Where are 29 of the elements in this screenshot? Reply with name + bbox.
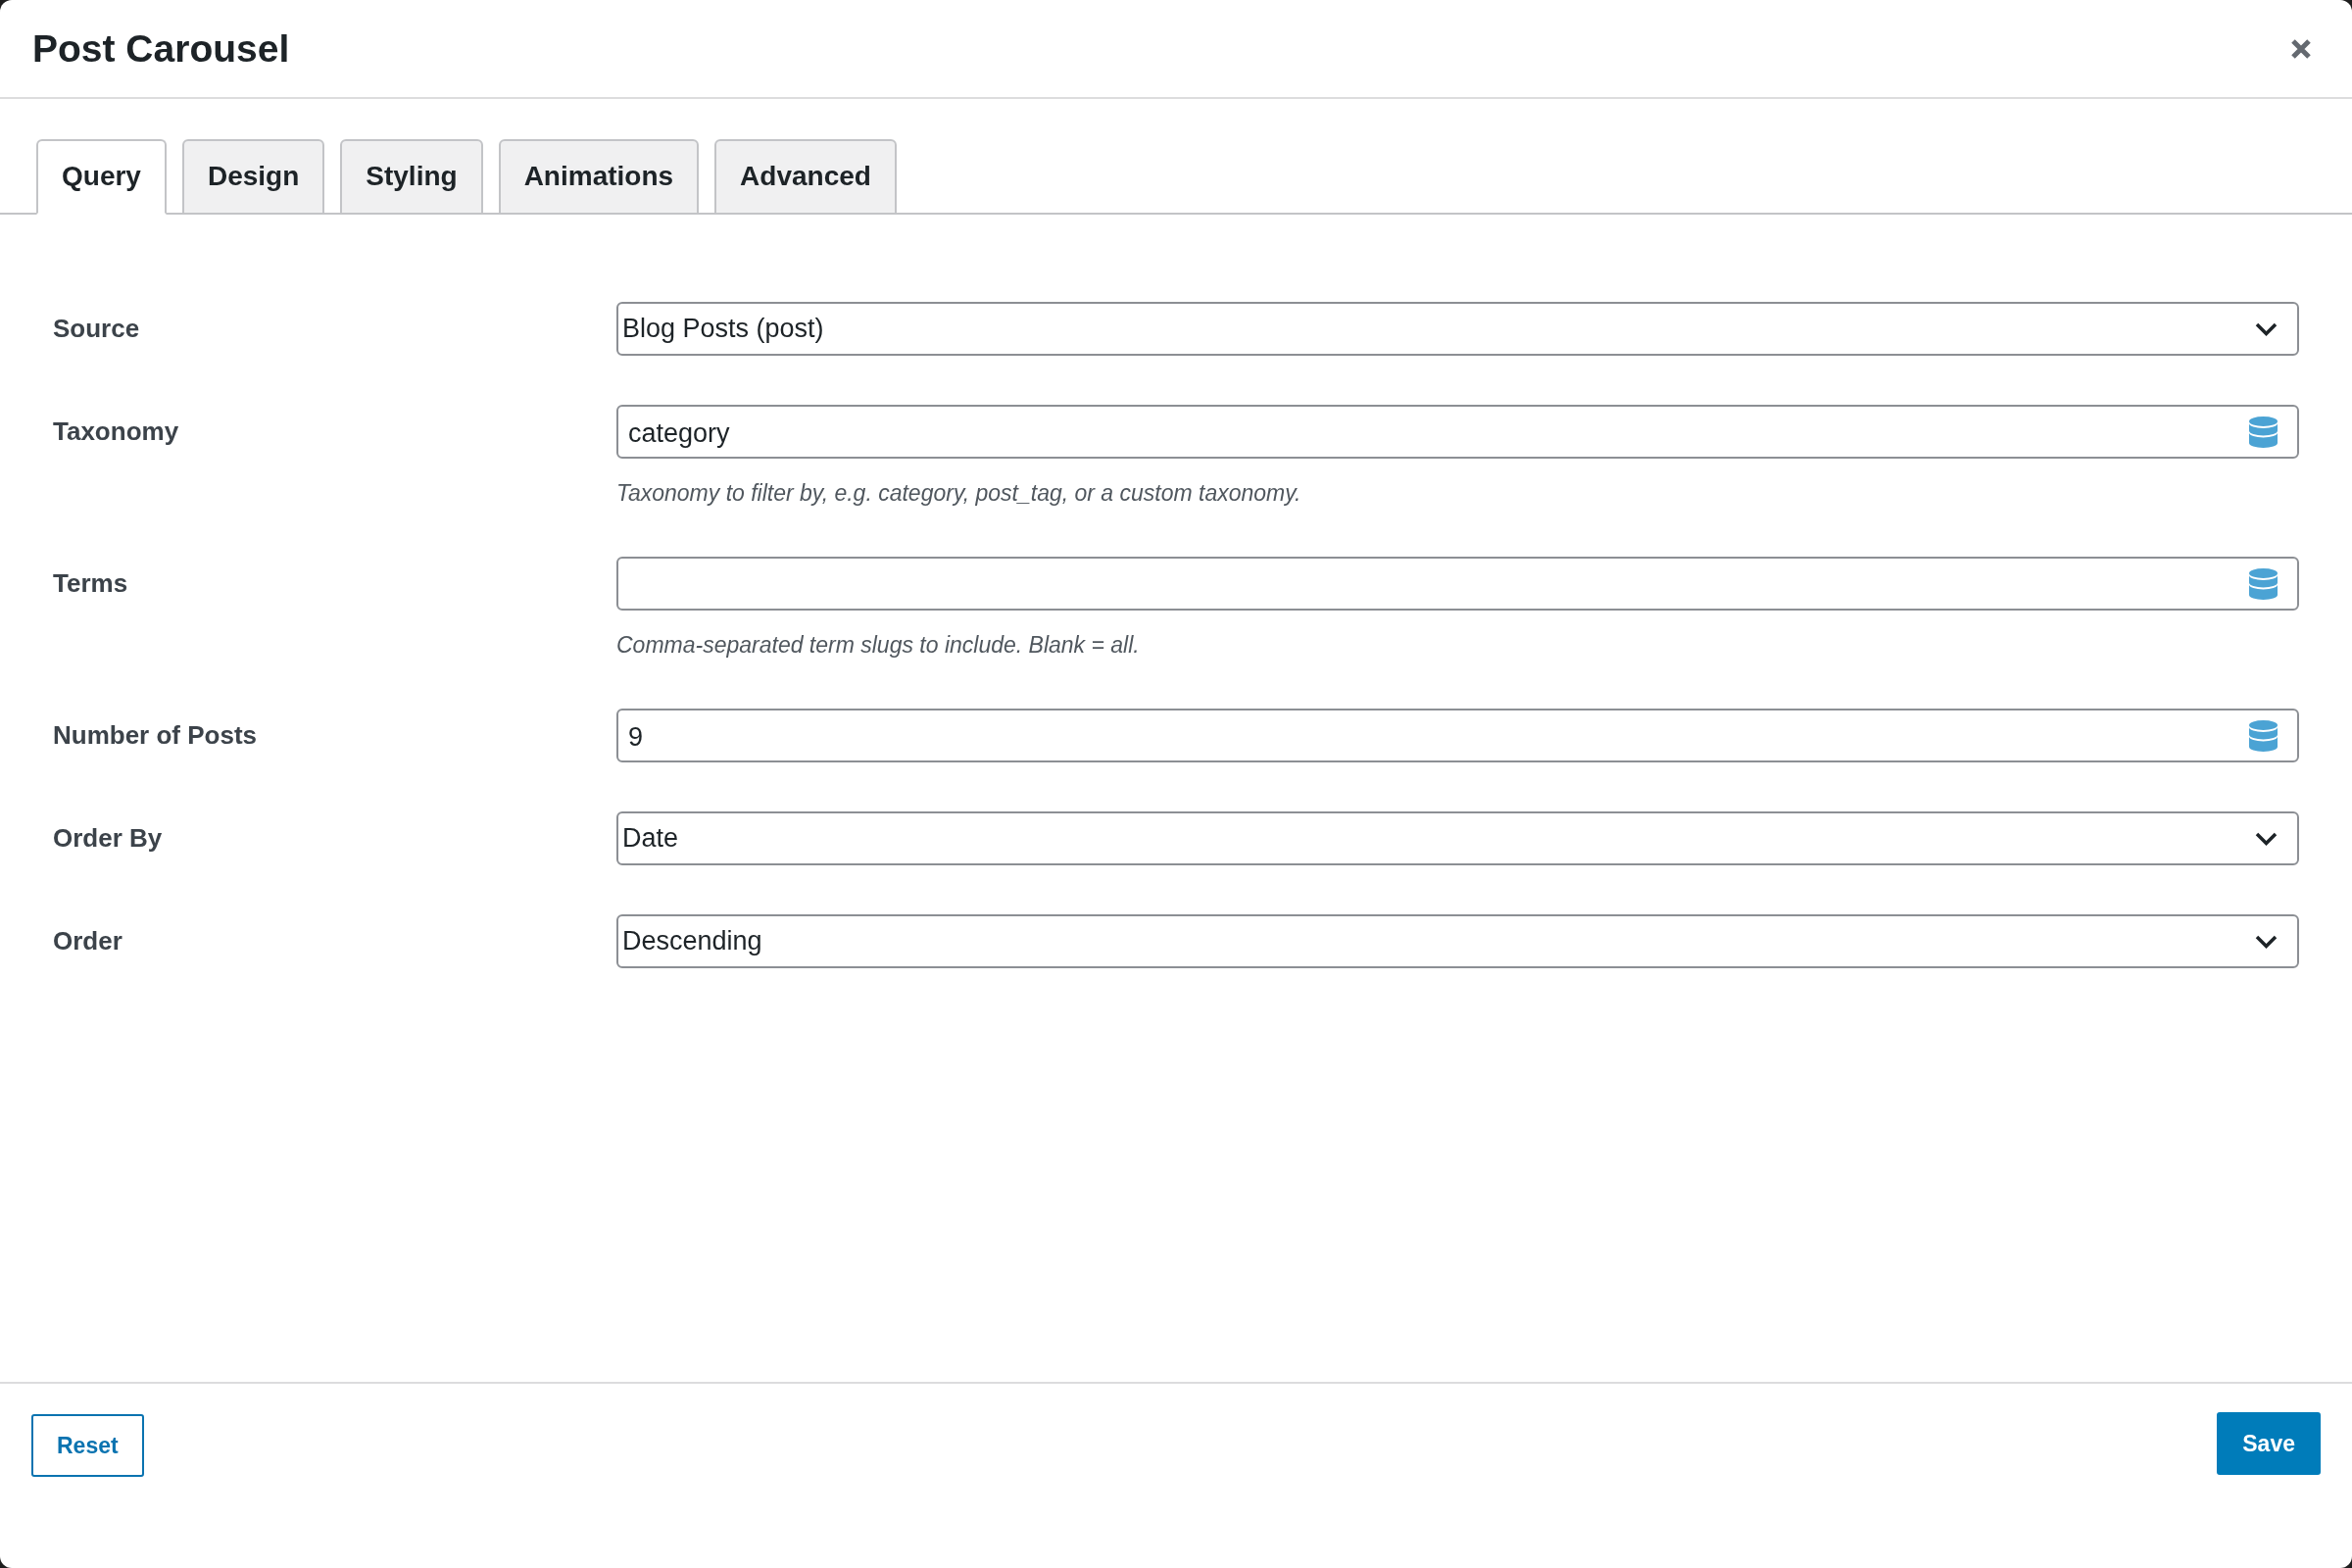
database-icon[interactable] bbox=[2249, 567, 2278, 600]
database-icon[interactable] bbox=[2249, 719, 2278, 752]
input-field[interactable] bbox=[616, 557, 2299, 611]
dialog-title: Post Carousel bbox=[32, 25, 290, 72]
tab[interactable]: Animations bbox=[498, 139, 700, 215]
tab[interactable]: Design bbox=[181, 139, 325, 215]
database-icon[interactable] bbox=[2249, 416, 2278, 448]
field-label: Order bbox=[53, 925, 122, 957]
chevron-down-icon bbox=[2255, 831, 2278, 846]
close-icon[interactable] bbox=[2290, 37, 2312, 60]
field-label: Source bbox=[53, 313, 140, 345]
tab[interactable]: Styling bbox=[340, 139, 483, 215]
input-field[interactable]: category bbox=[616, 405, 2299, 459]
field-label: Order By bbox=[53, 822, 163, 855]
dropdown-field[interactable]: Date bbox=[616, 811, 2299, 865]
dropdown-field[interactable]: Blog Posts (post) bbox=[616, 302, 2299, 356]
save-button[interactable]: Save bbox=[2217, 1412, 2321, 1475]
chevron-down-icon bbox=[2255, 321, 2278, 336]
dropdown-field[interactable]: Descending bbox=[616, 914, 2299, 968]
chevron-down-icon bbox=[2255, 934, 2278, 949]
reset-button[interactable]: Reset bbox=[31, 1414, 144, 1477]
tab[interactable]: Query bbox=[36, 139, 167, 215]
field-label: Terms bbox=[53, 567, 128, 600]
input-field[interactable]: 9 bbox=[616, 709, 2299, 762]
field-description: Taxonomy to filter by, e.g. category, post_tag, or a custom taxonomy. bbox=[616, 479, 1301, 508]
field-label: Taxonomy bbox=[53, 416, 179, 448]
field-label: Number of Posts bbox=[53, 719, 258, 752]
tab[interactable]: Advanced bbox=[714, 139, 897, 215]
field-description: Comma-separated term slugs to include. Blank = all. bbox=[616, 631, 1140, 660]
